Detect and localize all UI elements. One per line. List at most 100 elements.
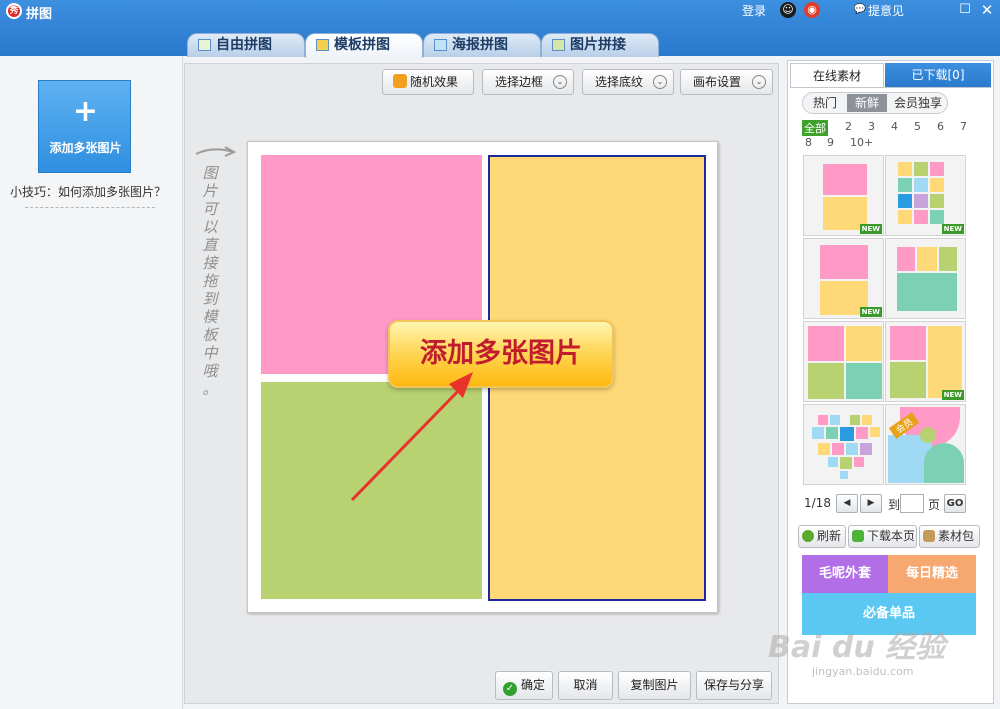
maximize-button[interactable]: ☐ bbox=[957, 2, 973, 18]
download-icon bbox=[852, 530, 864, 542]
count-filter[interactable]: 4 bbox=[891, 120, 898, 133]
random-effect-label: 随机效果 bbox=[410, 75, 459, 89]
random-effect-button[interactable]: 随机效果 bbox=[382, 69, 474, 95]
hint-char: 以 bbox=[202, 218, 218, 236]
drag-hint-text: 图片可以直接拖到模板中哦。 bbox=[199, 164, 221, 398]
template-thumbnail[interactable]: NEW bbox=[803, 155, 884, 236]
divider bbox=[25, 207, 155, 208]
image-stitch-icon bbox=[552, 39, 565, 51]
template-thumbnail[interactable]: NEW bbox=[803, 238, 884, 319]
plus-icon: + bbox=[72, 94, 99, 129]
hint-char: 直 bbox=[202, 236, 218, 254]
check-icon: ✓ bbox=[502, 682, 517, 696]
qq-icon[interactable]: ☺ bbox=[780, 2, 796, 18]
page-input[interactable] bbox=[900, 494, 924, 513]
hint-char: 模 bbox=[202, 308, 218, 326]
select-background-button[interactable]: 选择底纹 ⌄ bbox=[582, 69, 674, 95]
count-filter[interactable]: 7 bbox=[960, 120, 967, 133]
template-thumbnail[interactable] bbox=[803, 321, 884, 402]
hint-char: 板 bbox=[202, 326, 218, 344]
tab-free-collage[interactable]: 自由拼图 bbox=[187, 33, 305, 57]
watermark: Bai du 经验 bbox=[768, 630, 946, 665]
package-icon bbox=[923, 530, 935, 542]
hint-arrow-icon bbox=[195, 146, 237, 157]
divider bbox=[790, 87, 991, 88]
ad-daily-picks[interactable]: 每日精选 bbox=[888, 555, 976, 593]
tab-downloaded[interactable]: 已下载[0] bbox=[885, 63, 991, 87]
count-filter-all[interactable]: 全部 bbox=[802, 120, 828, 136]
go-button[interactable]: GO bbox=[944, 494, 966, 513]
save-share-button[interactable]: 保存与分享 bbox=[696, 671, 772, 700]
login-link[interactable]: 登录 bbox=[742, 2, 766, 19]
hint-char: 可 bbox=[202, 200, 218, 218]
hand-icon bbox=[393, 74, 407, 88]
select-background-label: 选择底纹 bbox=[595, 75, 644, 89]
confirm-label: 确定 bbox=[520, 678, 545, 692]
workspace: 随机效果 选择边框 ⌄ 选择底纹 ⌄ 画布设置 ⌄ 图片可以直接拖到模板中哦。 … bbox=[184, 63, 779, 704]
copy-image-button[interactable]: 复制图片 bbox=[618, 671, 691, 700]
count-filter[interactable]: 9 bbox=[827, 136, 834, 149]
pointer-arrow-icon bbox=[350, 372, 473, 502]
prev-page-button[interactable]: ◀ bbox=[836, 494, 858, 513]
refresh-icon bbox=[802, 530, 814, 542]
tip-link[interactable]: 小技巧：如何添加多张图片？ bbox=[10, 183, 166, 200]
close-button[interactable]: ✕ bbox=[979, 2, 995, 18]
count-filter[interactable]: 3 bbox=[868, 120, 875, 133]
next-page-button[interactable]: ▶ bbox=[860, 494, 882, 513]
tab-label: 模板拼图 bbox=[334, 37, 390, 53]
new-badge: NEW bbox=[859, 307, 882, 317]
subtab-fresh[interactable]: 新鲜 bbox=[847, 94, 887, 112]
download-page-button[interactable]: 下载本页 bbox=[848, 525, 917, 548]
filter-tabs: 热门 新鲜 会员独享 bbox=[802, 92, 948, 114]
goto-suffix: 页 bbox=[928, 498, 941, 512]
ad-coat[interactable]: 毛呢外套 bbox=[802, 555, 888, 593]
tab-label: 图片拼接 bbox=[570, 37, 626, 53]
material-pack-button[interactable]: 素材包 bbox=[919, 525, 980, 548]
chevron-down-icon: ⌄ bbox=[752, 75, 766, 89]
tab-template-collage[interactable]: 模板拼图 bbox=[305, 33, 423, 58]
page-indicator: 1/18 bbox=[804, 496, 831, 510]
tab-poster-collage[interactable]: 海报拼图 bbox=[423, 33, 541, 57]
chevron-down-icon: ⌄ bbox=[653, 75, 667, 89]
feedback-icon: 💬 bbox=[853, 4, 867, 15]
feedback-link[interactable]: 提意见 bbox=[868, 2, 904, 19]
free-collage-icon bbox=[198, 39, 211, 51]
tab-label: 自由拼图 bbox=[216, 37, 272, 53]
refresh-label: 刷新 bbox=[817, 529, 842, 543]
count-filter[interactable]: 8 bbox=[805, 136, 812, 149]
download-page-label: 下载本页 bbox=[867, 529, 916, 543]
template-thumbnail[interactable]: NEW bbox=[885, 321, 966, 402]
goto-prefix: 到 bbox=[888, 498, 901, 512]
left-panel: + 添加多张图片 小技巧：如何添加多张图片？ bbox=[0, 56, 183, 709]
new-badge: NEW bbox=[941, 390, 964, 400]
select-border-button[interactable]: 选择边框 ⌄ bbox=[482, 69, 574, 95]
app-logo-icon: 秀 bbox=[6, 3, 22, 19]
cancel-button[interactable]: 取消 bbox=[558, 671, 613, 700]
hint-char: 中 bbox=[202, 344, 218, 362]
count-filter[interactable]: 5 bbox=[914, 120, 921, 133]
tab-image-stitch[interactable]: 图片拼接 bbox=[541, 33, 659, 57]
add-images-button[interactable]: + 添加多张图片 bbox=[38, 80, 131, 173]
template-thumbnail[interactable]: NEW bbox=[885, 155, 966, 236]
refresh-button[interactable]: 刷新 bbox=[798, 525, 846, 548]
new-badge: NEW bbox=[859, 224, 882, 234]
confirm-button[interactable]: ✓ 确定 bbox=[495, 671, 553, 700]
template-thumbnail[interactable]: 会员 bbox=[885, 404, 966, 485]
weibo-icon[interactable]: ◉ bbox=[804, 2, 820, 18]
watermark-url: jingyan.baidu.com bbox=[812, 665, 914, 678]
tab-online-materials[interactable]: 在线素材 bbox=[790, 63, 884, 87]
canvas-settings-button[interactable]: 画布设置 ⌄ bbox=[680, 69, 773, 95]
count-filter[interactable]: 2 bbox=[845, 120, 852, 133]
new-badge: NEW bbox=[941, 224, 964, 234]
app-title: 拼图 bbox=[26, 7, 53, 22]
hint-char: 图 bbox=[202, 164, 218, 182]
subtab-hot[interactable]: 热门 bbox=[805, 94, 845, 112]
chevron-down-icon: ⌄ bbox=[553, 75, 567, 89]
template-thumbnail[interactable] bbox=[803, 404, 884, 485]
count-filter[interactable]: 10+ bbox=[850, 136, 873, 149]
template-collage-icon bbox=[316, 39, 329, 51]
template-thumbnail[interactable] bbox=[885, 238, 966, 319]
count-filter[interactable]: 6 bbox=[937, 120, 944, 133]
subtab-vip[interactable]: 会员独享 bbox=[889, 94, 947, 112]
tab-label: 海报拼图 bbox=[452, 37, 508, 53]
